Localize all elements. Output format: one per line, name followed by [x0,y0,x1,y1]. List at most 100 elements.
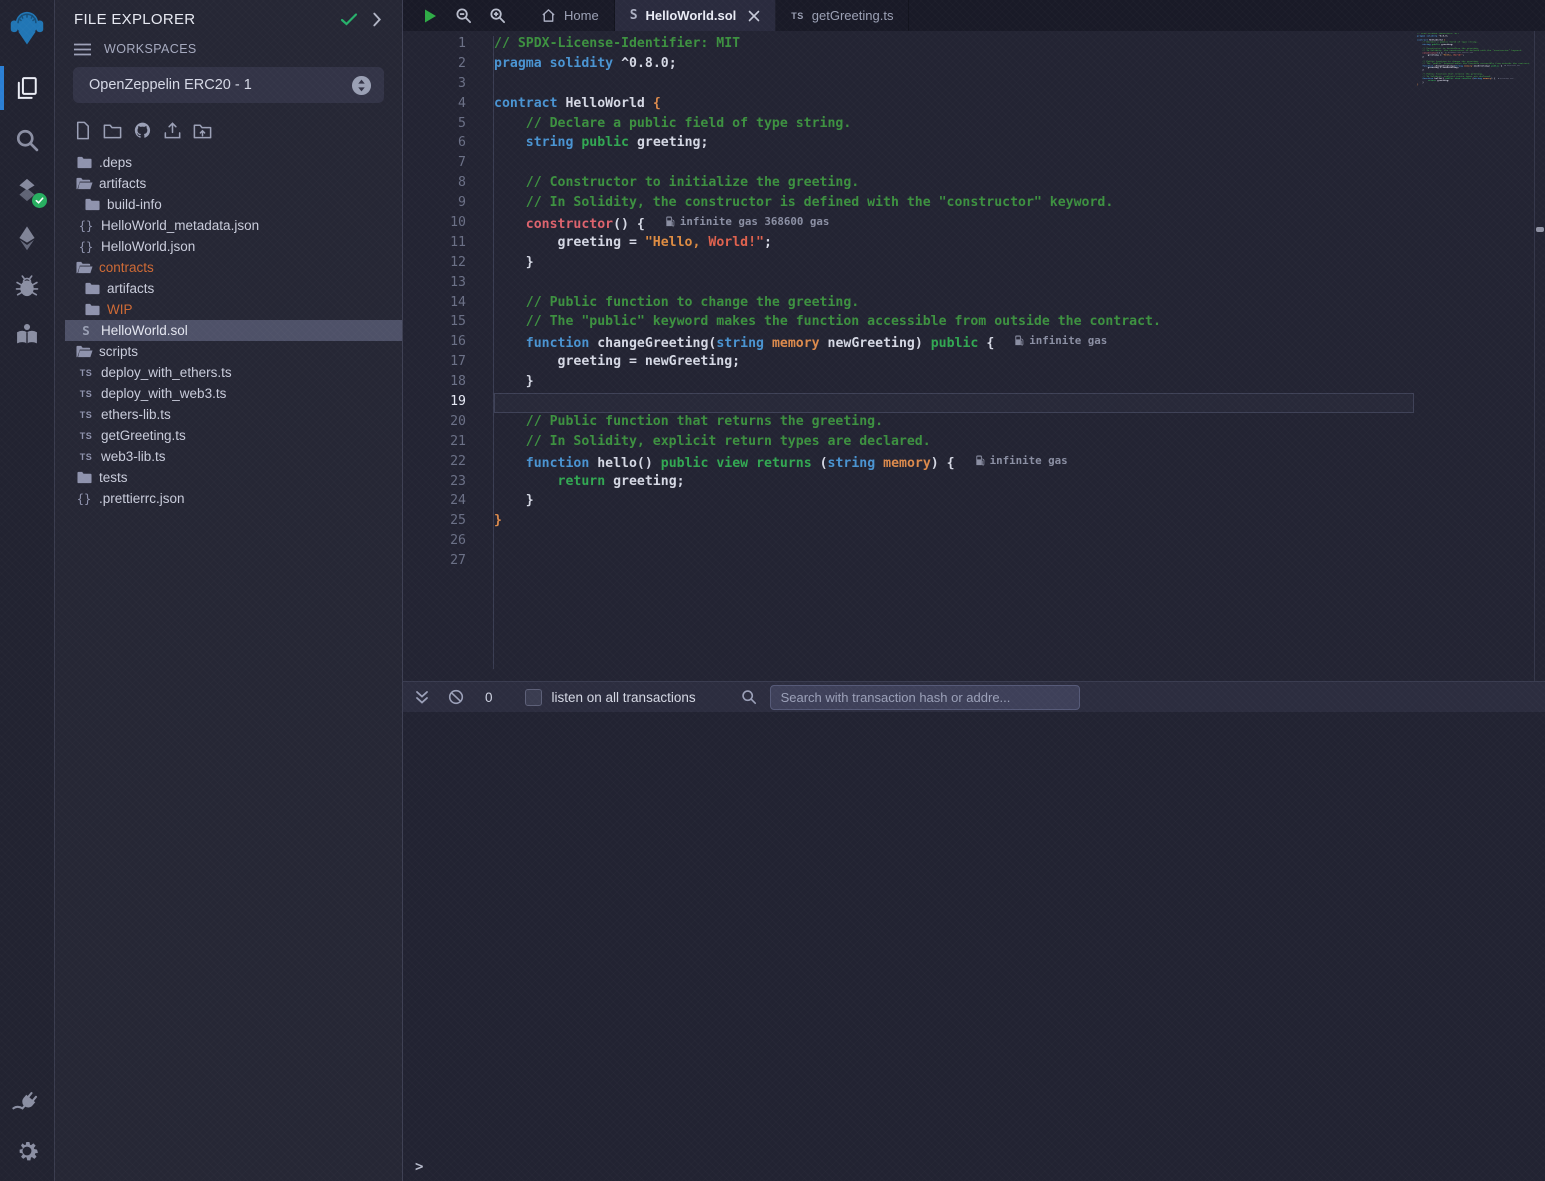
terminal-search-input[interactable] [770,685,1080,710]
tree-item-label: artifacts [99,176,146,191]
tab-label: HelloWorld.sol [646,8,737,23]
upload-folder-icon[interactable] [192,120,213,141]
ts-icon: TS [77,368,95,378]
activity-solidity-compiler[interactable] [0,170,55,210]
tree-item-tests[interactable]: tests [65,467,402,488]
line-number[interactable]: 5 [403,116,493,136]
activity-file-explorer[interactable] [0,68,55,108]
line-number[interactable]: 4 [403,96,493,116]
line-number[interactable]: 1 [403,36,493,56]
panel-title: FILE EXPLORER [74,11,326,28]
tree-item-web3-lib-ts[interactable]: TSweb3-lib.ts [65,446,402,467]
minimap[interactable]: // SPDX-License-Identifier: MITpragma so… [1417,33,1534,273]
minimap-content: // SPDX-License-Identifier: MITpragma so… [1417,33,1534,90]
activity-debugger[interactable] [0,266,55,306]
line-number[interactable]: 22 [403,454,493,474]
activity-search[interactable] [0,120,55,160]
remix-logo-icon[interactable] [2,4,52,52]
hamburger-menu-icon[interactable] [74,43,91,56]
line-number[interactable]: 7 [403,155,493,175]
code-line: // Public function that returns the gree… [494,414,1161,434]
line-number[interactable]: 6 [403,135,493,155]
tree-item-contracts[interactable]: contracts [65,257,402,278]
collapse-terminal-icon[interactable] [415,690,429,705]
tree-item-scripts[interactable]: scripts [65,341,402,362]
remix-ide-app: FILE EXPLORER WORKSPACES OpenZeppelin ER… [0,0,1545,1181]
tree-item-wip[interactable]: WIP [65,299,402,320]
code-line: greeting = newGreeting; [494,354,1161,374]
line-number[interactable]: 27 [403,553,493,573]
line-number[interactable]: 18 [403,374,493,394]
line-number[interactable]: 25 [403,513,493,533]
code-line: } [494,493,1161,513]
line-number[interactable]: 3 [403,76,493,96]
tab-helloworld-sol[interactable]: S HelloWorld.sol [615,0,777,31]
line-number[interactable]: 10 [403,215,493,235]
activity-plugin-manager[interactable] [0,1083,55,1123]
tree-item-helloworld-sol[interactable]: SHelloWorld.sol [65,320,402,341]
line-number[interactable]: 21 [403,434,493,454]
github-icon[interactable] [132,120,153,141]
line-number[interactable]: 13 [403,275,493,295]
line-number[interactable]: 9 [403,195,493,215]
tree-item-helloworld-json[interactable]: {}HelloWorld.json [65,236,402,257]
clear-console-icon[interactable] [448,689,464,705]
listen-transactions-checkbox[interactable] [525,689,542,706]
listen-transactions-label[interactable]: listen on all transactions [552,690,696,705]
tree-item-label: HelloWorld.json [101,239,195,254]
tree-item-label: HelloWorld.sol [101,323,188,338]
line-number[interactable]: 16 [403,334,493,354]
tree-item-build-info[interactable]: build-info [65,194,402,215]
line-number[interactable]: 24 [403,493,493,513]
new-folder-icon[interactable] [102,120,123,141]
line-number[interactable]: 14 [403,295,493,315]
tree-item-label: ethers-lib.ts [101,407,171,422]
line-number[interactable]: 23 [403,474,493,494]
code-line [494,155,1161,175]
line-number[interactable]: 15 [403,314,493,334]
tree-item--deps[interactable]: .deps [65,152,402,173]
zoom-out-icon[interactable] [455,7,472,24]
scrollbar-handle[interactable] [1536,227,1544,232]
tree-item-getgreeting-ts[interactable]: TSgetGreeting.ts [65,425,402,446]
activity-deploy-run[interactable] [0,218,55,258]
line-number[interactable]: 11 [403,235,493,255]
line-number[interactable]: 20 [403,414,493,434]
run-script-button[interactable] [423,8,438,24]
line-number[interactable]: 12 [403,255,493,275]
upload-file-icon[interactable] [162,120,183,141]
workspace-select[interactable]: OpenZeppelin ERC20 - 1 [73,67,384,103]
gas-estimate-badge: infinite gas [1504,65,1520,66]
tab-home[interactable]: Home [526,0,615,31]
tab-getgreeting-ts[interactable]: TS getGreeting.ts [776,0,909,31]
line-number[interactable]: 26 [403,533,493,553]
tree-item-deploy-with-web3-ts[interactable]: TSdeploy_with_web3.ts [65,383,402,404]
close-tab-icon[interactable] [748,10,760,22]
line-number[interactable]: 19 [403,394,493,414]
line-number[interactable]: 8 [403,175,493,195]
activity-unit-testing[interactable] [0,314,55,354]
folder-icon [75,471,93,484]
code-line: } [494,255,1161,275]
line-number[interactable]: 2 [403,56,493,76]
plug-icon [7,1083,46,1122]
panel-chevron-right-icon[interactable] [372,12,382,27]
tree-item-artifacts[interactable]: artifacts [65,278,402,299]
accept-check-icon[interactable] [340,12,358,27]
zoom-in-icon[interactable] [489,7,506,24]
tree-item-deploy-with-ethers-ts[interactable]: TSdeploy_with_ethers.ts [65,362,402,383]
code-line: constructor() {infinite gas 368600 gas [494,215,1161,235]
tree-item-artifacts[interactable]: artifacts [65,173,402,194]
code-content[interactable]: // SPDX-License-Identifier: MITpragma so… [494,36,1161,573]
tree-item-helloworld-metadata-json[interactable]: {}HelloWorld_metadata.json [65,215,402,236]
activity-settings[interactable] [0,1131,55,1171]
reading-book-icon [13,320,41,348]
tree-item-ethers-lib-ts[interactable]: TSethers-lib.ts [65,404,402,425]
tree-item--prettierrc-json[interactable]: {}.prettierrc.json [65,488,402,509]
tree-item-label: .deps [99,155,132,170]
tree-item-label: artifacts [107,281,154,296]
bug-icon [13,272,41,300]
code-line [494,533,1161,553]
new-file-icon[interactable] [72,120,93,141]
line-number[interactable]: 17 [403,354,493,374]
